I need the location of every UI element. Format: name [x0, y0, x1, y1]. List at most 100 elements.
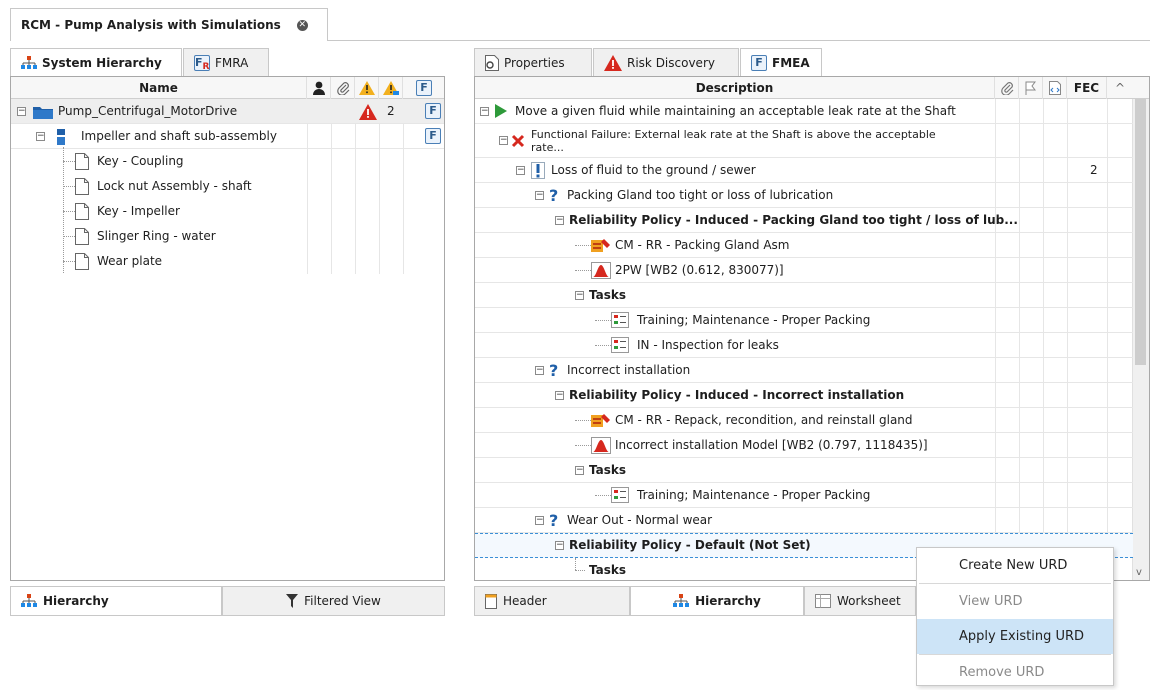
collapse-icon[interactable]: − — [17, 107, 26, 116]
flag-icon[interactable] — [1019, 77, 1043, 99]
grid-empty-area — [11, 274, 444, 580]
tree-connector — [595, 345, 611, 346]
system-hierarchy-grid: Name F − Pump_Centrifugal_MotorDrive 2 F — [10, 76, 445, 581]
tree-row[interactable]: Key - Impeller — [11, 199, 307, 224]
tree-row[interactable]: Slinger Ring - water — [11, 224, 307, 249]
fmea-row-model[interactable]: Incorrect installation Model [WB2 (0.797… — [475, 433, 1133, 458]
fmea-row-action[interactable]: CM - RR - Packing Gland Asm — [475, 233, 1133, 258]
cause-question-icon: ? — [549, 186, 559, 205]
code-icon[interactable] — [1043, 77, 1067, 99]
collapse-icon[interactable]: − — [555, 216, 564, 225]
folder-icon — [33, 105, 53, 122]
tree-row[interactable]: Lock nut Assembly - shaft — [11, 174, 307, 199]
tab-hierarchy[interactable]: Hierarchy — [10, 586, 222, 616]
collapse-icon[interactable]: − — [535, 516, 544, 525]
fmea-row-tasks[interactable]: − Tasks — [475, 283, 1133, 308]
tab-hierarchy[interactable]: Hierarchy — [630, 586, 804, 616]
fmea-row-failure[interactable]: − Functional Failure: External leak rate… — [475, 124, 1133, 158]
tree-row[interactable]: − Pump_Centrifugal_MotorDrive 2 F — [11, 99, 444, 124]
collapse-icon[interactable]: − — [575, 291, 584, 300]
menu-item-view-urd[interactable]: View URD — [917, 584, 1113, 619]
tree-row[interactable]: Key - Coupling — [11, 149, 307, 174]
grid-header: Description FEC ^ — [475, 77, 1149, 99]
fmea-row-function[interactable]: − Move a given fluid while maintaining a… — [475, 99, 1133, 124]
fmea-row-effect[interactable]: − Loss of fluid to the ground / sewer 2 — [475, 158, 1133, 183]
column-header-description[interactable]: Description — [475, 77, 995, 99]
repair-icon — [591, 413, 611, 431]
user-icon[interactable] — [307, 77, 331, 99]
document-icon — [75, 178, 89, 198]
filter-icon — [286, 594, 299, 608]
tab-fmea[interactable]: F FMEA — [740, 48, 822, 76]
tab-risk-discovery[interactable]: Risk Discovery — [593, 48, 739, 76]
hierarchy-icon — [21, 594, 37, 608]
tab-worksheet[interactable]: Worksheet — [804, 586, 916, 616]
fmea-row-task[interactable]: IN - Inspection for leaks — [475, 333, 1133, 358]
tab-system-hierarchy[interactable]: System Hierarchy — [10, 48, 182, 76]
collapse-icon[interactable]: − — [36, 132, 45, 141]
attachment-icon[interactable] — [995, 77, 1019, 99]
close-icon[interactable]: ✕ — [296, 19, 308, 31]
collapse-icon[interactable]: − — [516, 166, 525, 175]
collapse-icon[interactable]: − — [499, 136, 508, 145]
fmea-row-cause[interactable]: − ? Packing Gland too tight or loss of l… — [475, 183, 1133, 208]
risk-alert-icon[interactable] — [359, 104, 377, 123]
tab-fmra[interactable]: FR FMRA — [183, 48, 269, 76]
fmea-row-cause[interactable]: − ? Wear Out - Normal wear — [475, 508, 1133, 533]
tab-filtered-view[interactable]: Filtered View — [222, 586, 445, 616]
cause-question-icon: ? — [549, 361, 559, 380]
attachment-icon[interactable] — [331, 77, 355, 99]
collapse-icon[interactable]: − — [555, 391, 564, 400]
tree-item-label: Key - Coupling — [97, 154, 184, 168]
menu-item-create-new-urd[interactable]: Create New URD — [917, 548, 1113, 583]
tree-connector — [575, 420, 591, 421]
risk-warning-icon[interactable] — [379, 77, 403, 99]
task-icon — [611, 487, 629, 506]
vertical-scrollbar[interactable]: v — [1132, 99, 1149, 580]
column-header-fec[interactable]: FEC — [1067, 77, 1107, 99]
menu-item-remove-urd[interactable]: Remove URD — [917, 655, 1113, 690]
fmea-row-action[interactable]: CM - RR - Repack, recondition, and reins… — [475, 408, 1133, 433]
tree-connector — [575, 270, 591, 271]
fmea-column-icon[interactable]: F — [403, 77, 445, 99]
menu-item-apply-existing-urd[interactable]: Apply Existing URD — [917, 619, 1113, 654]
tab-header[interactable]: Header — [474, 586, 630, 616]
tab-properties[interactable]: Properties — [474, 48, 592, 76]
tree-item-label: Lock nut Assembly - shaft — [97, 179, 252, 193]
fmea-row-cause[interactable]: − ? Incorrect installation — [475, 358, 1133, 383]
fmea-row-tasks[interactable]: − Tasks — [475, 458, 1133, 483]
fmea-badge-icon[interactable]: F — [425, 103, 441, 119]
fmea-row-model[interactable]: 2PW [WB2 (0.612, 830077)] — [475, 258, 1133, 283]
fmea-row-task[interactable]: Training; Maintenance - Proper Packing — [475, 483, 1133, 508]
tree-connector — [575, 570, 585, 571]
risk-count: 2 — [387, 104, 395, 118]
document-icon — [75, 203, 89, 223]
collapse-icon[interactable]: − — [535, 366, 544, 375]
tree-connector — [63, 186, 75, 187]
column-header-name[interactable]: Name — [11, 77, 307, 99]
collapse-icon[interactable]: − — [575, 466, 584, 475]
warning-icon[interactable] — [355, 77, 379, 99]
collapse-icon[interactable]: − — [480, 107, 489, 116]
tab-strip-line — [328, 40, 1150, 41]
collapse-icon[interactable]: − — [535, 191, 544, 200]
fmea-row-policy[interactable]: − Reliability Policy - Induced - Packing… — [475, 208, 1133, 233]
failure-x-icon — [511, 134, 525, 151]
tree-row[interactable]: Wear plate — [11, 249, 307, 274]
fmea-row-task[interactable]: Training; Maintenance - Proper Packing — [475, 308, 1133, 333]
fmea-badge-icon[interactable]: F — [425, 128, 441, 144]
hierarchy-icon — [673, 594, 690, 608]
cause-question-icon: ? — [549, 511, 559, 530]
document-tab[interactable]: RCM - Pump Analysis with Simulations ✕ — [10, 8, 328, 41]
collapse-icon[interactable]: − — [555, 541, 564, 550]
context-menu: Create New URD View URD Apply Existing U… — [916, 547, 1114, 686]
tree-row[interactable]: − Impeller and shaft sub-assembly F — [11, 124, 444, 149]
document-icon — [75, 153, 89, 173]
fmea-row-policy[interactable]: − Reliability Policy - Induced - Incorre… — [475, 383, 1133, 408]
scrollbar-thumb[interactable] — [1135, 99, 1146, 365]
task-icon — [611, 337, 629, 356]
scroll-up-icon[interactable]: ^ — [1107, 77, 1133, 99]
right-panel-tabs: Properties Risk Discovery F FMEA — [474, 48, 823, 76]
assembly-icon — [55, 129, 67, 148]
scroll-down-icon[interactable]: v — [1136, 567, 1142, 578]
